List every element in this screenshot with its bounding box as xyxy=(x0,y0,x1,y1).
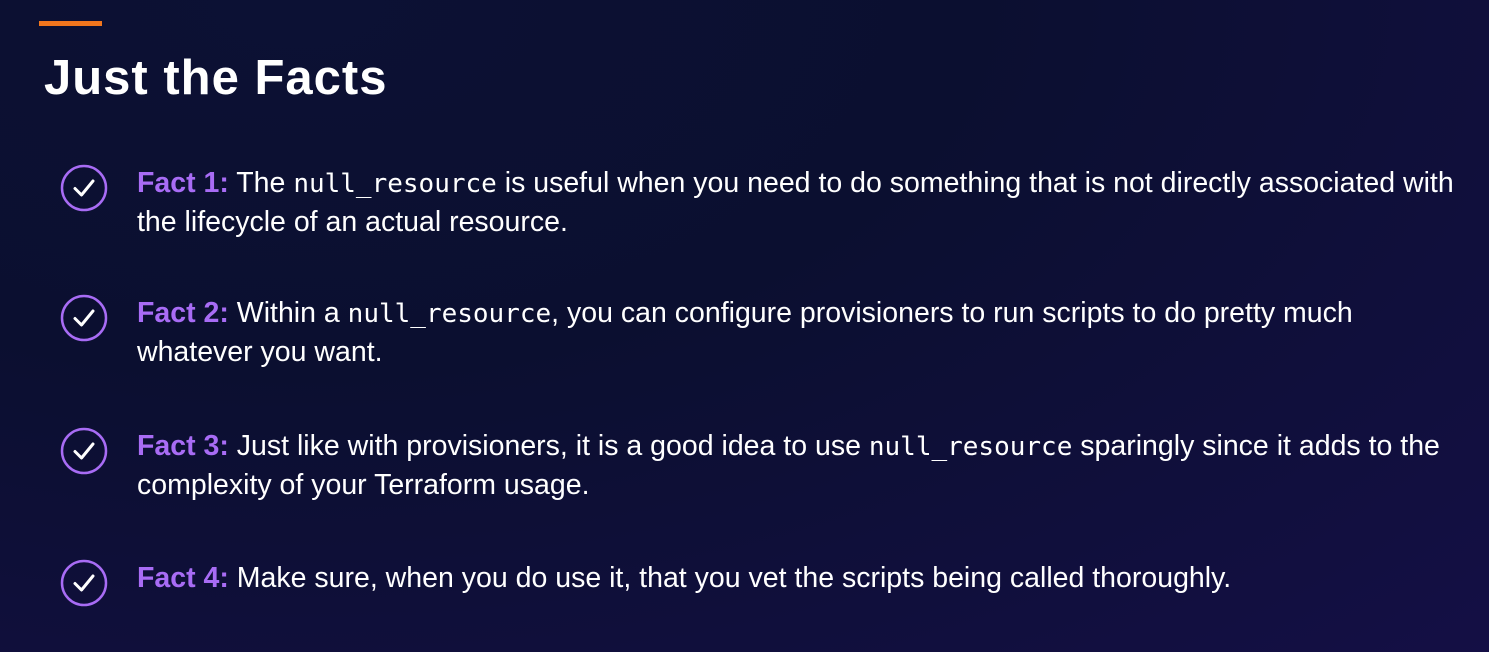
fact-text: Make sure, when you do use it, that you … xyxy=(228,562,1232,594)
check-circle-icon xyxy=(60,294,108,342)
fact-item-3: Fact 3: Just like with provisioners, it … xyxy=(60,427,1460,559)
fact-text: Within a xyxy=(228,297,348,329)
fact-label: Fact 1: xyxy=(137,167,229,199)
fact-code: null_resource xyxy=(868,432,1073,462)
fact-text: Just like with provisioners, it is a goo… xyxy=(228,430,869,462)
fact-item-2: Fact 2: Within a null_resource, you can … xyxy=(60,294,1460,427)
fact-code: null_resource xyxy=(293,169,497,199)
fact-item-4: Fact 4: Make sure, when you do use it, t… xyxy=(60,559,1460,607)
fact-label: Fact 3: xyxy=(137,430,229,462)
slide: Just the Facts Fact 1: The null_resource… xyxy=(0,0,1489,652)
check-circle-icon xyxy=(60,427,108,475)
facts-list: Fact 1: The null_resource is useful when… xyxy=(60,164,1460,607)
title-accent-bar xyxy=(39,21,102,26)
check-circle-icon xyxy=(60,164,108,212)
fact-label: Fact 4: xyxy=(137,562,229,594)
fact-text: The xyxy=(228,167,294,199)
check-circle-icon xyxy=(60,559,108,607)
fact-code: null_resource xyxy=(347,299,552,329)
fact-item-1: Fact 1: The null_resource is useful when… xyxy=(60,164,1460,294)
slide-title: Just the Facts xyxy=(44,51,388,105)
fact-label: Fact 2: xyxy=(137,297,229,329)
